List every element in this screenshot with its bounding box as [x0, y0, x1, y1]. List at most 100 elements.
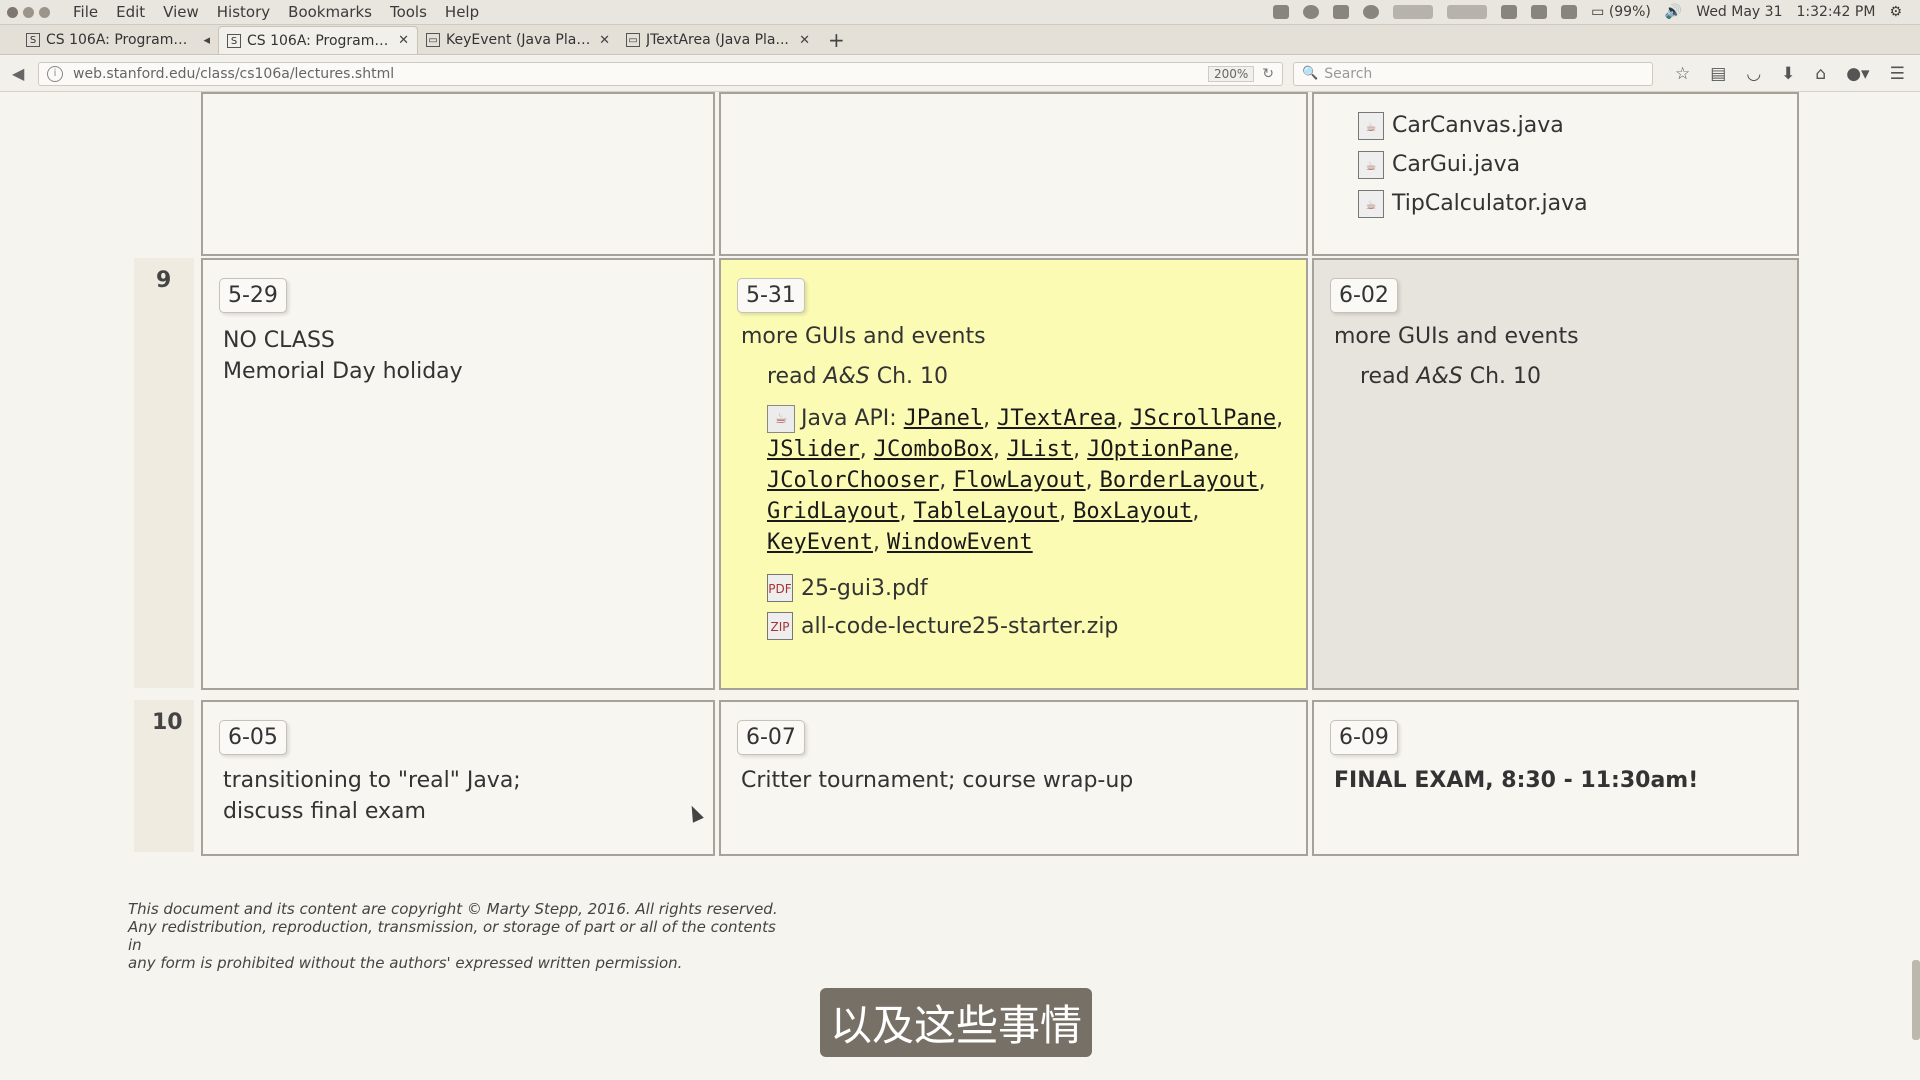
tab-keyevent[interactable]: ▭ KeyEvent (Java Plat... ✕: [418, 26, 618, 54]
day-cell-5-29: 5-29 NO CLASS Memorial Day holiday: [201, 258, 715, 690]
cpu-monitor-icon[interactable]: [1393, 5, 1434, 19]
zip-icon: ZIP: [767, 612, 793, 640]
stanford-favicon-icon: S: [26, 33, 40, 47]
copyright-notice: This document and its content are copyri…: [128, 900, 788, 972]
zoom-indicator[interactable]: 200%: [1207, 65, 1255, 82]
no-entry-icon[interactable]: [1363, 5, 1380, 19]
video-subtitle: 以及这些事情: [820, 988, 1093, 1057]
clock-date[interactable]: Wed May 31: [1696, 4, 1782, 20]
api-link-joptionpane[interactable]: JOptionPane: [1087, 437, 1233, 462]
lecture-title: transitioning to "real" Java; discuss fi…: [223, 765, 713, 827]
site-info-icon[interactable]: i: [47, 65, 63, 82]
file-name[interactable]: TipCalculator.java: [1392, 191, 1588, 216]
file-link[interactable]: ☕ CarCanvas.java: [1358, 106, 1797, 145]
file-name[interactable]: CarCanvas.java: [1392, 113, 1564, 138]
memory-monitor-icon[interactable]: [1447, 5, 1488, 19]
tab-close-icon[interactable]: ✕: [398, 33, 409, 48]
hamburger-menu-icon[interactable]: ☰: [1890, 64, 1905, 84]
java-file-icon: ☕: [1358, 189, 1384, 218]
back-arrow-icon[interactable]: ◀: [12, 64, 32, 83]
file-name[interactable]: all-code-lecture25-starter.zip: [801, 614, 1118, 639]
wifi-icon[interactable]: [1501, 5, 1518, 19]
bookmarks-library-icon[interactable]: ▤: [1710, 64, 1726, 84]
search-icon: 🔍: [1302, 66, 1319, 81]
menu-bookmarks[interactable]: Bookmarks: [279, 3, 381, 21]
api-link-jcolorchooser[interactable]: JColorChooser: [767, 468, 939, 493]
chapter: Ch. 10: [869, 364, 948, 389]
dropbox-icon[interactable]: [1333, 5, 1350, 19]
record-icon[interactable]: [1303, 5, 1320, 19]
download-icon[interactable]: ⬇: [1781, 64, 1795, 84]
lecture-title-line1: transitioning to "real" Java;: [223, 768, 521, 793]
api-link-tablelayout[interactable]: TableLayout: [913, 499, 1059, 524]
mail-icon[interactable]: [1561, 5, 1578, 19]
clock-time[interactable]: 1:32:42 PM: [1796, 4, 1875, 20]
volume-icon[interactable]: 🔊: [1665, 4, 1682, 20]
url-text[interactable]: web.stanford.edu/class/cs106a/lectures.s…: [73, 66, 1208, 82]
settings-gear-icon[interactable]: ⚙: [1889, 4, 1902, 20]
api-link-windowevent[interactable]: WindowEvent: [887, 530, 1033, 555]
file-link[interactable]: ☕ TipCalculator.java: [1358, 184, 1797, 223]
menu-history[interactable]: History: [208, 3, 279, 21]
doc-favicon-icon: ▭: [626, 33, 640, 47]
api-link-borderlayout[interactable]: BorderLayout: [1100, 468, 1259, 493]
week-number: 10: [134, 700, 194, 852]
book-name: A&S: [823, 364, 870, 389]
copyright-line1: This document and its content are copyri…: [128, 900, 778, 918]
bookmark-star-icon[interactable]: ☆: [1675, 64, 1690, 84]
window-close-button[interactable]: [7, 6, 18, 18]
date-badge: 6-07: [737, 720, 805, 755]
tab-close-icon[interactable]: ✕: [799, 33, 810, 48]
api-link-flowlayout[interactable]: FlowLayout: [953, 468, 1085, 493]
menu-view[interactable]: View: [154, 3, 208, 21]
file-link-zip[interactable]: ZIP all-code-lecture25-starter.zip: [767, 612, 1306, 640]
file-link[interactable]: ☕ CarGui.java: [1358, 145, 1797, 184]
scrollbar-thumb[interactable]: [1912, 960, 1920, 1040]
reading-assignment: read A&S Ch. 10: [1360, 364, 1797, 389]
read-prefix: read: [1360, 364, 1417, 389]
java-api-links: ☕ Java API: JPanel, JTextArea, JScrollPan…: [767, 405, 1284, 555]
copyright-line3: any form is prohibited without the autho…: [128, 954, 683, 972]
api-link-keyevent[interactable]: KeyEvent: [767, 530, 873, 555]
search-input[interactable]: 🔍 Search: [1293, 61, 1653, 86]
pocket-icon[interactable]: ◡: [1746, 64, 1761, 84]
api-link-jcombobox[interactable]: JComboBox: [874, 437, 993, 462]
tab-sound-icon[interactable]: ◂: [203, 33, 210, 48]
final-exam-title: FINAL EXAM, 8:30 - 11:30am!: [1334, 768, 1699, 793]
api-link-jpanel[interactable]: JPanel: [904, 406, 983, 431]
file-name[interactable]: 25-gui3.pdf: [801, 576, 928, 601]
day-cell-6-05: 6-05 transitioning to "real" Java; discu…: [201, 700, 715, 856]
url-bar[interactable]: i web.stanford.edu/class/cs106a/lectures…: [38, 61, 1283, 86]
tab-cs106a-1[interactable]: S CS 106A: Programm... ◂: [18, 26, 218, 54]
api-link-jscrollpane[interactable]: JScrollPane: [1130, 406, 1276, 431]
week-number: 9: [134, 258, 194, 688]
api-link-jslider[interactable]: JSlider: [767, 437, 860, 462]
tab-label: CS 106A: Programm...: [247, 32, 393, 49]
camera-icon[interactable]: [1273, 5, 1290, 19]
menu-file[interactable]: File: [64, 3, 107, 21]
window-minimize-button[interactable]: [23, 6, 34, 18]
keyboard-layout-icon[interactable]: [1531, 5, 1548, 19]
api-link-boxlayout[interactable]: BoxLayout: [1073, 499, 1192, 524]
date-badge: 5-29: [219, 278, 287, 313]
home-icon[interactable]: ⌂: [1815, 64, 1826, 84]
menu-tools[interactable]: Tools: [381, 3, 436, 21]
tab-jtextarea[interactable]: ▭ JTextArea (Java Pla... ✕: [618, 26, 818, 54]
pdf-icon: PDF: [767, 574, 793, 602]
battery-indicator[interactable]: ▭ (99%): [1591, 4, 1651, 20]
adblock-icon[interactable]: ●▾: [1846, 64, 1869, 84]
api-link-gridlayout[interactable]: GridLayout: [767, 499, 899, 524]
new-tab-button[interactable]: +: [818, 26, 855, 54]
menu-help[interactable]: Help: [436, 3, 488, 21]
file-name[interactable]: CarGui.java: [1392, 152, 1520, 177]
api-link-jlist[interactable]: JList: [1007, 437, 1073, 462]
system-tray: ▭ (99%) 🔊 Wed May 31 1:32:42 PM ⚙: [1273, 0, 1902, 24]
reload-icon[interactable]: ↻: [1262, 66, 1274, 82]
java-api-label: Java API:: [801, 406, 904, 431]
tab-close-icon[interactable]: ✕: [599, 33, 610, 48]
tab-cs106a-2[interactable]: S CS 106A: Programm... ✕: [218, 26, 418, 54]
api-link-jtextarea[interactable]: JTextArea: [997, 406, 1116, 431]
file-link-pdf[interactable]: PDF 25-gui3.pdf: [767, 574, 1306, 602]
window-maximize-button[interactable]: [39, 6, 50, 18]
menu-edit[interactable]: Edit: [107, 3, 154, 21]
